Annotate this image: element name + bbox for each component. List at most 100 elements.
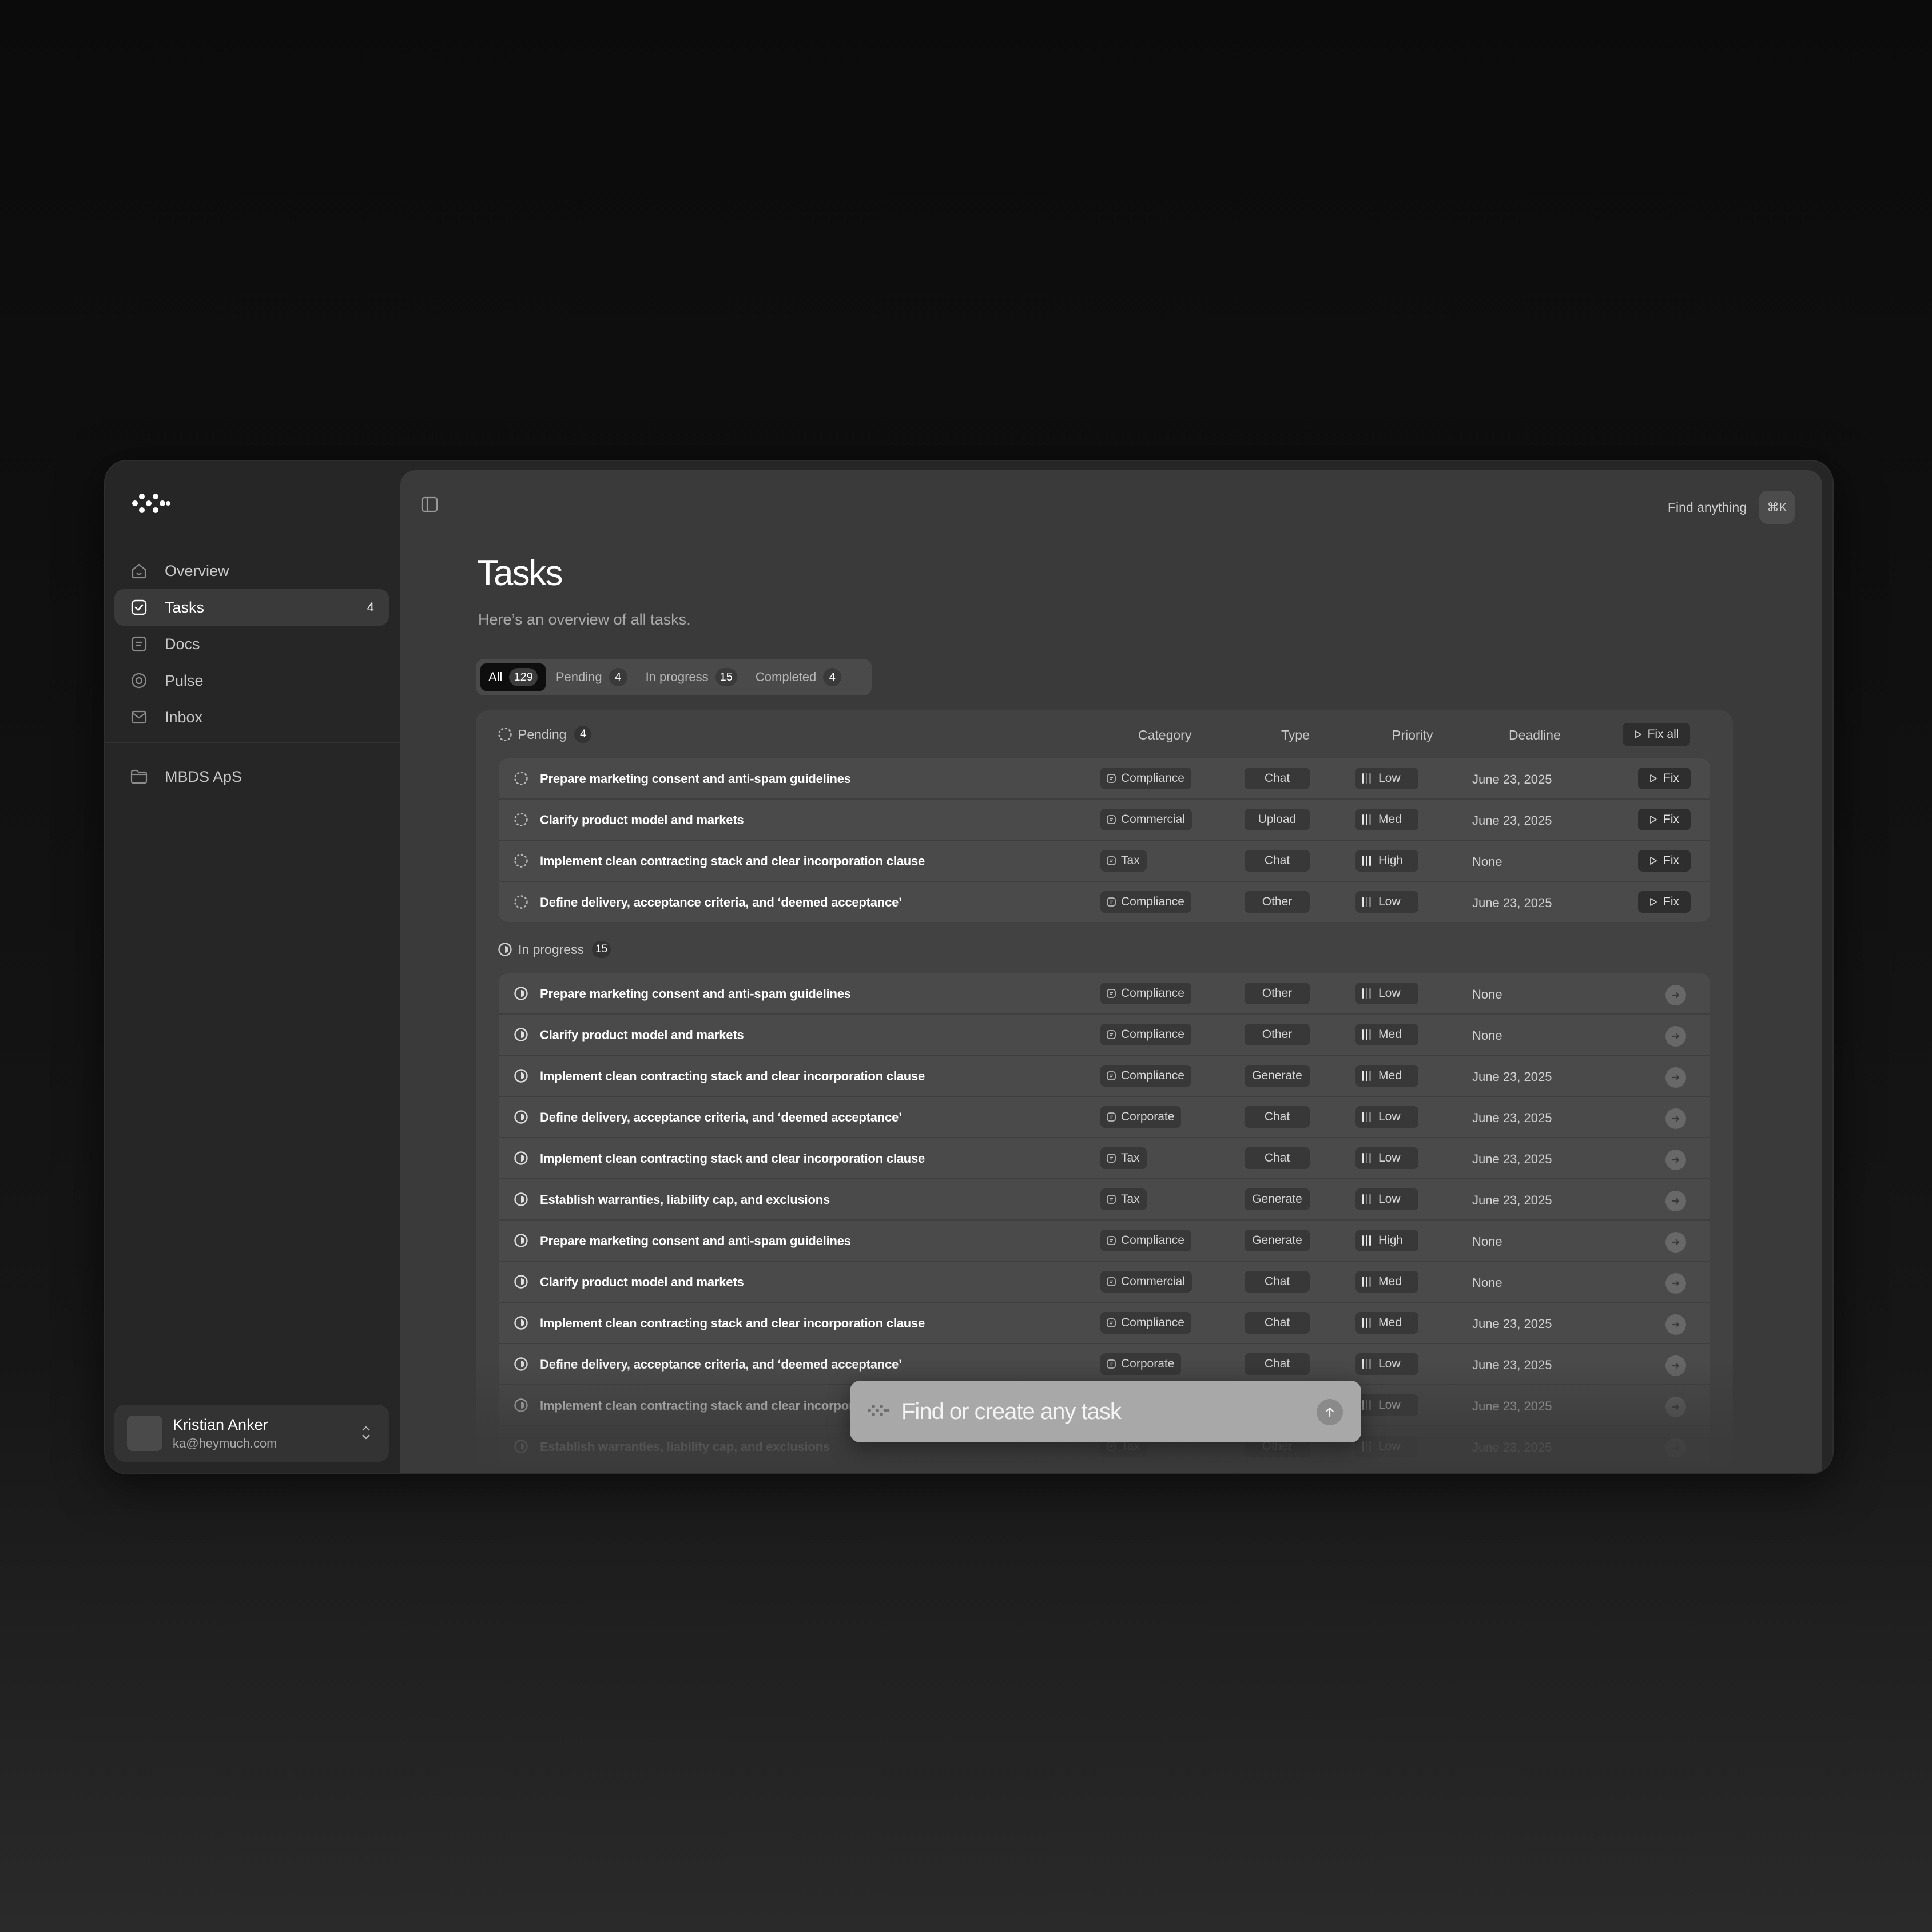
fix-all-button[interactable]: Fix all (1623, 723, 1690, 746)
chevron-updown-icon (360, 1424, 372, 1444)
tab-in-progress[interactable]: In progress 15 (638, 663, 745, 691)
sidebar-item-docs[interactable]: Docs (114, 626, 389, 662)
pending-status-icon[interactable] (514, 812, 528, 827)
task-command-bar[interactable]: Find or create any task (850, 1381, 1361, 1442)
open-task-arrow-icon[interactable] (1665, 1191, 1686, 1211)
in-progress-status-icon[interactable] (514, 1192, 528, 1207)
table-row[interactable]: Prepare marketing consent and anti-spam … (499, 758, 1710, 800)
column-type[interactable]: Type (1281, 728, 1310, 743)
category-icon (1106, 1277, 1116, 1287)
task-name[interactable]: Clarify product model and markets (540, 1028, 744, 1043)
open-task-arrow-icon[interactable] (1665, 1438, 1686, 1458)
table-row[interactable]: Define delivery, acceptance criteria, an… (499, 1097, 1710, 1138)
in-progress-status-icon[interactable] (514, 1398, 528, 1413)
task-name[interactable]: Clarify product model and markets (540, 813, 744, 828)
tab-all[interactable]: All 129 (480, 663, 546, 691)
category-icon (1106, 856, 1116, 866)
find-anything-button[interactable]: Find anything ⌘K (1668, 491, 1795, 524)
open-task-arrow-icon[interactable] (1665, 1150, 1686, 1170)
task-name[interactable]: Implement clean contracting stack and cl… (540, 1316, 925, 1331)
fix-button[interactable]: Fix (1638, 768, 1691, 789)
task-name[interactable]: Define delivery, acceptance criteria, an… (540, 895, 902, 910)
tab-completed[interactable]: Completed 4 (748, 663, 849, 691)
priority-bars-icon (1362, 1112, 1373, 1122)
table-row[interactable]: Implement clean contracting stack and cl… (499, 841, 1710, 882)
priority-chip: Low (1355, 1353, 1418, 1375)
open-task-arrow-icon[interactable] (1665, 1108, 1686, 1129)
table-row[interactable]: Clarify product model and markets Commerc… (499, 1262, 1710, 1303)
sidebar-item-tasks[interactable]: Tasks 4 (114, 589, 389, 626)
open-task-arrow-icon[interactable] (1665, 1026, 1686, 1047)
table-row[interactable]: Define delivery, acceptance criteria, an… (499, 882, 1710, 922)
group-label-pending[interactable]: Pending 4 (498, 726, 592, 743)
in-progress-status-icon[interactable] (514, 1151, 528, 1166)
task-name[interactable]: Implement clean contracting stack and cl… (540, 1069, 925, 1084)
in-progress-status-icon[interactable] (514, 1110, 528, 1124)
task-name[interactable]: Implement clean contracting stack and cl… (540, 854, 925, 869)
pending-status-icon[interactable] (514, 853, 528, 868)
open-task-arrow-icon[interactable] (1665, 1232, 1686, 1253)
task-name[interactable]: Clarify product model and markets (540, 1275, 744, 1290)
fix-button[interactable]: Fix (1638, 891, 1691, 913)
play-icon (1649, 897, 1657, 907)
table-row[interactable]: Prepare marketing consent and anti-spam … (499, 1221, 1710, 1262)
in-progress-status-icon[interactable] (514, 1315, 528, 1330)
task-name[interactable]: Prepare marketing consent and anti-spam … (540, 987, 851, 1001)
task-name[interactable]: Define delivery, acceptance criteria, an… (540, 1110, 902, 1125)
task-name[interactable]: Establish warranties, liability cap, and… (540, 1192, 830, 1207)
sidebar-item-company[interactable]: MBDS ApS (114, 758, 389, 795)
fix-button[interactable]: Fix (1638, 850, 1691, 872)
pending-status-icon[interactable] (514, 771, 528, 786)
type-chip: Chat (1245, 1106, 1310, 1128)
table-row[interactable]: Define delivery, acceptance criteria, an… (499, 1344, 1710, 1385)
in-progress-status-icon[interactable] (514, 986, 528, 1001)
sidebar-item-overview[interactable]: Overview (114, 552, 389, 589)
open-task-arrow-icon[interactable] (1665, 1355, 1686, 1376)
sidebar: Overview Tasks 4 Docs Pulse Inbox MBDS ApS Kr… (105, 461, 400, 1473)
table-row[interactable]: Clarify product model and markets Commerc… (499, 800, 1710, 841)
command-input[interactable]: Find or create any task (901, 1399, 1122, 1425)
in-progress-status-icon[interactable] (514, 1027, 528, 1042)
open-task-arrow-icon[interactable] (1665, 985, 1686, 1005)
in-progress-status-icon[interactable] (514, 1233, 528, 1248)
task-name[interactable]: Establish warranties, liability cap, and… (540, 1440, 830, 1454)
priority-label: Low (1378, 1110, 1401, 1123)
tab-pending[interactable]: Pending 4 (548, 663, 635, 691)
sidebar-item-pulse[interactable]: Pulse (114, 662, 389, 699)
task-name[interactable]: Prepare marketing consent and anti-spam … (540, 1234, 851, 1249)
task-name[interactable]: Define delivery, acceptance criteria, an… (540, 1357, 902, 1372)
open-task-arrow-icon[interactable] (1665, 1314, 1686, 1335)
table-row[interactable]: Clarify product model and markets Complia… (499, 1015, 1710, 1056)
in-progress-status-icon[interactable] (514, 1357, 528, 1372)
tasks-table: Pending 4 Category Type Priority Deadlin… (476, 710, 1733, 1473)
logo-icon[interactable] (130, 491, 176, 519)
open-task-arrow-icon[interactable] (1665, 1067, 1686, 1088)
type-chip: Chat (1245, 1147, 1310, 1169)
in-progress-status-icon[interactable] (514, 1274, 528, 1289)
table-row[interactable]: Implement clean contracting stack and cl… (499, 1056, 1710, 1097)
table-row[interactable]: Implement clean contracting stack and cl… (499, 1303, 1710, 1344)
group-label-in-progress[interactable]: In progress 15 (498, 941, 611, 958)
sidebar-toggle-icon[interactable] (421, 496, 438, 515)
sidebar-item-inbox[interactable]: Inbox (114, 699, 389, 736)
user-menu[interactable]: Kristian Anker ka@heymuch.com (114, 1405, 389, 1462)
page-title: Tasks (477, 554, 563, 593)
column-priority[interactable]: Priority (1392, 728, 1433, 743)
in-progress-status-icon[interactable] (514, 1068, 528, 1083)
group-name: In progress (518, 941, 585, 957)
column-deadline[interactable]: Deadline (1509, 728, 1561, 743)
open-task-arrow-icon[interactable] (1665, 1273, 1686, 1294)
doc-icon (129, 634, 149, 654)
fix-button[interactable]: Fix (1638, 809, 1691, 830)
task-name[interactable]: Implement clean contracting stack and cl… (540, 1151, 925, 1166)
play-icon (1634, 730, 1642, 739)
in-progress-status-icon[interactable] (514, 1439, 528, 1454)
column-category[interactable]: Category (1138, 728, 1191, 743)
send-arrow-icon[interactable] (1317, 1399, 1343, 1425)
table-row[interactable]: Prepare marketing consent and anti-spam … (499, 973, 1710, 1015)
open-task-arrow-icon[interactable] (1665, 1397, 1686, 1417)
table-row[interactable]: Implement clean contracting stack and cl… (499, 1138, 1710, 1179)
pending-status-icon[interactable] (514, 895, 528, 909)
task-name[interactable]: Prepare marketing consent and anti-spam … (540, 772, 851, 786)
table-row[interactable]: Establish warranties, liability cap, and… (499, 1179, 1710, 1221)
